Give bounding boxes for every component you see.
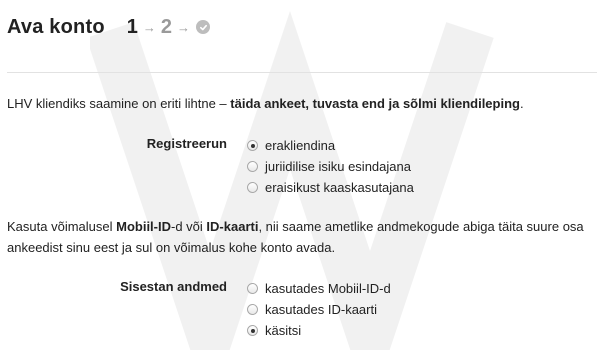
arrow-right-icon: → xyxy=(177,19,190,35)
radio-button[interactable] xyxy=(247,325,258,336)
page-title: Ava konto xyxy=(7,15,105,38)
id-info-text: Kasuta võimalusel Mobiil-ID-d või ID-kaa… xyxy=(7,216,592,258)
id-text-part2: -d või xyxy=(171,219,207,234)
id-text-part1: Kasuta võimalusel xyxy=(7,219,117,234)
check-circle-icon xyxy=(196,20,210,34)
radio-label[interactable]: eraisikust kaaskasutajana xyxy=(265,180,414,195)
intro-end: . xyxy=(519,96,524,111)
radio-option-juriidiline[interactable]: juriidilise isiku esindajana xyxy=(247,156,414,177)
radio-button[interactable] xyxy=(247,304,258,315)
data-entry-label: Sisestan andmed xyxy=(120,279,227,294)
radio-label[interactable]: kasutades Mobiil-ID-d xyxy=(265,281,391,296)
radio-label[interactable]: erakliendina xyxy=(265,138,335,153)
radio-option-erakliendina[interactable]: erakliendina xyxy=(247,135,414,156)
radio-button[interactable] xyxy=(247,161,258,172)
radio-button[interactable] xyxy=(247,283,258,294)
page-header: Ava konto 1 → 2 → xyxy=(7,13,210,41)
register-radio-group: erakliendina juriidilise isiku esindajan… xyxy=(247,135,414,198)
radio-label[interactable]: juriidilise isiku esindajana xyxy=(265,159,411,174)
step-1: 1 xyxy=(126,15,138,38)
id-text-bold1: Mobiil-ID xyxy=(116,219,172,234)
data-entry-radio-group: kasutades Mobiil-ID-d kasutades ID-kaart… xyxy=(247,278,391,341)
radio-label[interactable]: käsitsi xyxy=(265,323,301,338)
id-text-bold2: ID-kaarti xyxy=(206,219,259,234)
radio-label[interactable]: kasutades ID-kaarti xyxy=(265,302,377,317)
radio-option-kaaskasutaja[interactable]: eraisikust kaaskasutajana xyxy=(247,177,414,198)
step-indicator: 1 → 2 → xyxy=(127,16,210,39)
arrow-right-icon: → xyxy=(142,19,156,35)
header-divider xyxy=(7,72,597,73)
intro-bold: täida ankeet, tuvasta end ja sõlmi klien… xyxy=(230,96,520,111)
register-label: Registreerun xyxy=(146,136,227,151)
radio-option-id-kaart[interactable]: kasutades ID-kaarti xyxy=(247,299,391,320)
radio-option-kasitsi[interactable]: käsitsi xyxy=(247,320,391,341)
radio-option-mobiil-id[interactable]: kasutades Mobiil-ID-d xyxy=(247,278,391,299)
intro-plain: LHV kliendiks saamine on eriti lihtne – xyxy=(7,96,231,111)
radio-button[interactable] xyxy=(247,140,258,151)
intro-text: LHV kliendiks saamine on eriti lihtne – … xyxy=(7,94,592,113)
radio-button[interactable] xyxy=(247,182,258,193)
step-2: 2 xyxy=(160,15,172,38)
